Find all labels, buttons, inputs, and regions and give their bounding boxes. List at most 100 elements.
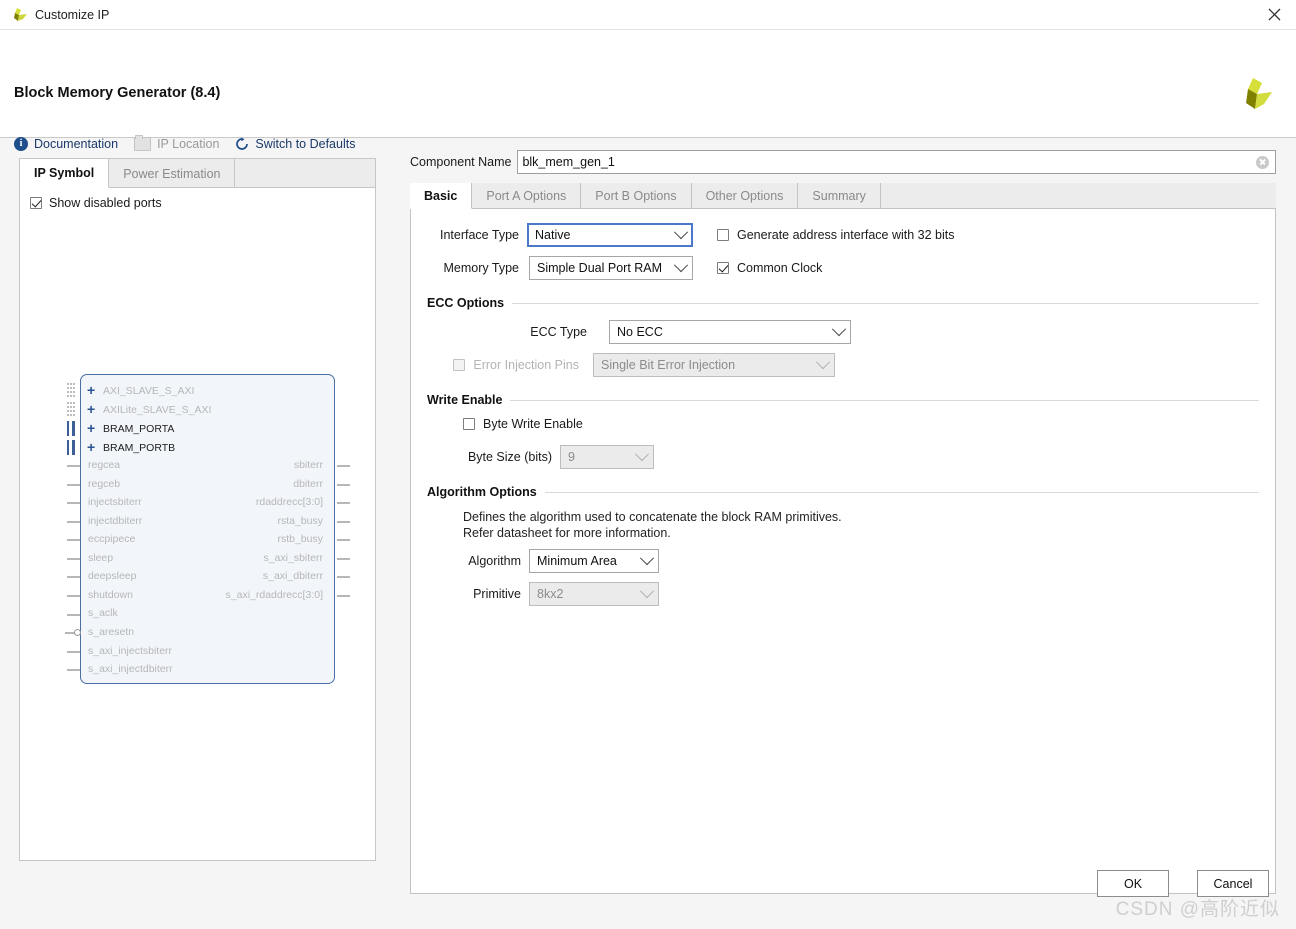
bus-label-axi-slave: AXI_SLAVE_S_AXI [103,385,195,397]
port-label-regcea: regcea [88,459,121,471]
byte-write-enable-checkbox[interactable]: Byte Write Enable [463,417,583,431]
ecc-type-dropdown[interactable]: No ECC [609,320,851,344]
error-injection-pins-label: Error Injection Pins [473,358,579,372]
port-label-s-aresetn: s_aresetn [88,626,135,638]
pin-injectsbiterr [67,502,80,504]
xilinx-logo-icon [10,7,28,22]
checkbox-icon [30,197,42,209]
algorithm-value: Minimum Area [537,554,617,568]
byte-size-dropdown[interactable]: 9 [560,445,654,469]
ecc-options-title: ECC Options [427,296,505,310]
algorithm-label: Algorithm [468,554,521,568]
port-label-shutdown: shutdown [88,589,133,601]
tab-ip-symbol[interactable]: IP Symbol [20,159,110,188]
pin-deepsleep [67,576,80,578]
ok-button-label: OK [1123,876,1143,891]
pin-regceb [67,484,80,486]
divider [512,302,1259,304]
pin-sbiterr [337,465,350,467]
expand-icon-axilite-slave[interactable]: + [87,402,95,416]
algorithm-options-title: Algorithm Options [427,485,537,499]
port-label-rdaddrecc: rdaddrecc[3:0] [255,496,323,508]
bus-label-bram-porta: BRAM_PORTA [103,423,175,435]
tab-other-options-label: Other Options [705,188,784,203]
ecc-type-label: ECC Type [530,325,587,339]
interface-type-dropdown[interactable]: Native [527,223,693,247]
show-disabled-ports-checkbox[interactable]: Show disabled ports [30,196,365,210]
generate-address-interface-label: Generate address interface with 32 bits [737,228,955,242]
tab-port-b-options[interactable]: Port B Options [581,183,692,208]
component-name-label: Component Name [410,155,512,169]
component-name-field[interactable] [517,150,1276,174]
component-name-input[interactable] [522,155,1256,169]
expand-icon-bram-porta[interactable]: + [87,421,95,435]
bus-connector-bram-porta [67,421,75,436]
generate-address-interface-checkbox[interactable]: Generate address interface with 32 bits [717,228,954,242]
error-injection-type-value: Single Bit Error Injection [601,358,736,372]
tab-port-a-options-label: Port A Options [486,188,567,203]
window-title: Customize IP [35,7,110,22]
configuration-panel: Component Name Basic Port A Options Port… [410,150,1276,894]
bus-connector-axilite-slave [67,402,76,417]
primitive-dropdown[interactable]: 8kx2 [529,582,659,606]
left-panel-content: Show disabled ports [20,188,375,218]
common-clock-checkbox[interactable]: Common Clock [717,261,822,275]
memory-type-dropdown[interactable]: Simple Dual Port RAM [529,256,693,280]
ecc-type-value: No ECC [617,325,663,339]
chevron-down-icon [673,258,689,273]
watermark: CSDN @高阶近似 [1115,899,1280,920]
tab-basic[interactable]: Basic [410,183,473,209]
active-low-bubble-icon [74,629,81,636]
cancel-button-label: Cancel [1213,876,1253,891]
error-injection-type-dropdown[interactable]: Single Bit Error Injection [593,353,835,377]
pin-s-axi-rdaddrecc [337,595,350,597]
tabstrip-filler [881,183,1276,208]
tab-summary[interactable]: Summary [798,183,881,208]
expand-icon-axi-slave[interactable]: + [87,383,95,397]
bus-connector-bram-portb [67,440,75,455]
pin-s-axi-sbiterr [337,558,350,560]
algorithm-help-line-1: Defines the algorithm used to concatenat… [463,510,842,524]
tab-power-estimation[interactable]: Power Estimation [109,159,236,188]
error-injection-pins-checkbox[interactable]: Error Injection Pins [427,358,587,372]
pin-eccpipece [67,539,80,541]
dialog-body: IP Symbol Power Estimation Show disabled… [0,138,1296,902]
tab-other-options[interactable]: Other Options [692,183,799,208]
tab-port-a-options[interactable]: Port A Options [472,183,582,208]
primitive-value: 8kx2 [537,587,564,601]
expand-icon-bram-portb[interactable]: + [87,440,95,454]
ip-symbol-diagram: + AXI_SLAVE_S_AXI + AXILite_SLAVE_S_AXI … [55,374,365,689]
chevron-down-icon [639,551,655,566]
interface-type-label: Interface Type [440,228,519,242]
port-label-rsta-busy: rsta_busy [277,515,323,527]
tab-basic-label: Basic [424,188,458,203]
common-clock-label: Common Clock [737,261,823,275]
bus-connector-axi-slave [67,383,76,398]
divider [510,399,1259,401]
port-label-s-axi-rdaddrecc: s_axi_rdaddrecc[3:0] [225,589,323,601]
cancel-button[interactable]: Cancel [1197,870,1269,897]
port-label-sbiterr: sbiterr [293,459,323,471]
interface-type-value: Native [535,228,571,242]
chevron-down-icon [831,322,847,337]
port-label-rstb-busy: rstb_busy [277,533,323,545]
ecc-type-row: ECC Type No ECC [427,320,1259,344]
show-disabled-ports-label: Show disabled ports [49,196,162,210]
bus-label-bram-portb: BRAM_PORTB [103,442,176,454]
close-icon[interactable] [1252,0,1296,29]
pin-rdaddrecc [337,502,350,504]
chevron-down-icon [639,584,655,599]
checkbox-icon [463,418,475,430]
byte-write-enable-label: Byte Write Enable [483,417,583,431]
config-tabstrip: Basic Port A Options Port B Options Othe… [410,183,1276,209]
tab-summary-label: Summary [812,188,866,203]
algorithm-dropdown[interactable]: Minimum Area [529,549,659,573]
port-label-injectdbiterr: injectdbiterr [88,515,143,527]
clear-circle-icon[interactable] [1256,155,1269,169]
ok-button[interactable]: OK [1097,870,1169,897]
xilinx-brand-logo-icon [1236,75,1274,113]
write-enable-group-header: Write Enable [427,393,1259,407]
error-injection-pins-row: Error Injection Pins Single Bit Error In… [427,353,1259,377]
byte-size-row: Byte Size (bits) 9 [427,445,1259,469]
bus-label-axilite-slave: AXILite_SLAVE_S_AXI [103,404,212,416]
